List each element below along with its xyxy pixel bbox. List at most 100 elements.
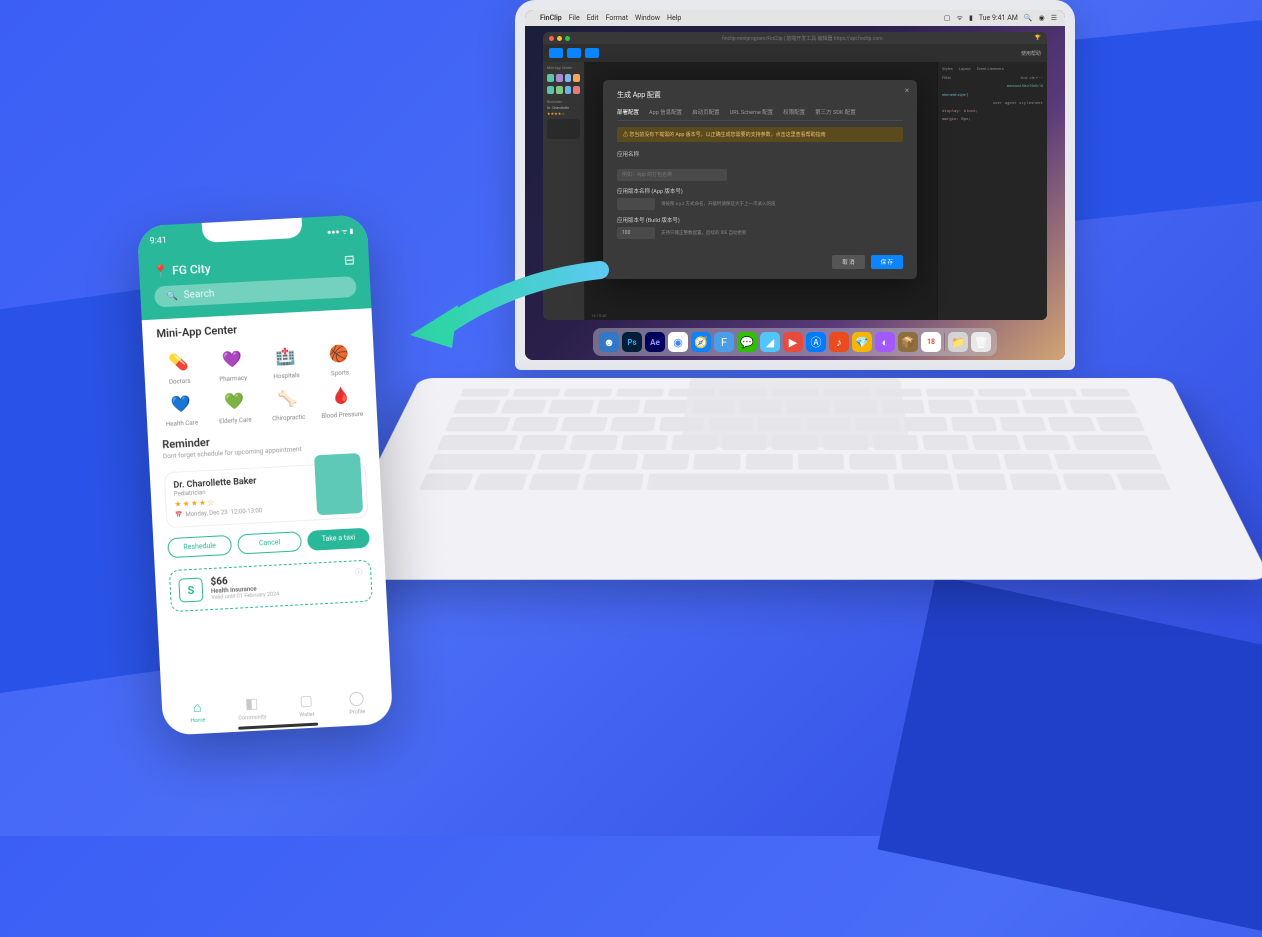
devtools-tab-events[interactable]: Event Listeners [977,66,1004,71]
devtools-filter[interactable]: Filter [942,75,951,80]
app-doctors[interactable]: 💊Doctors [153,346,204,387]
maximize-icon[interactable] [565,36,570,41]
dock-app-icon[interactable]: 📦 [898,332,918,352]
search-bar[interactable]: 🔍 [154,276,357,308]
devtools-tab-styles[interactable]: Styles [942,66,953,71]
dock-aftereffects-icon[interactable]: Ae [645,332,665,352]
search-input[interactable] [183,282,344,301]
sim-app-icon[interactable] [547,86,554,94]
menu-window[interactable]: Window [635,14,660,22]
scan-icon[interactable]: ⊟ [344,253,356,269]
toolbar-button[interactable] [585,48,599,58]
css-source-link[interactable]: wxssroot.file.e16efc:18 [942,84,1043,88]
window-title: finclip-miniprogram/FinClip | 前端开发工具 编辑器… [573,35,1032,42]
dock-netease-icon[interactable]: ♪ [829,332,849,352]
modal-tab-deploy[interactable]: 部署配置 [617,108,639,116]
app-pharmacy[interactable]: 💜Pharmacy [207,343,258,384]
dock-appstore-icon[interactable]: Ⓐ [806,332,826,352]
modal-save-button[interactable]: 保 存 [871,255,903,269]
modal-tab-appinfo[interactable]: App 信息配置 [649,108,682,116]
dock-chrome-icon[interactable]: ◉ [668,332,688,352]
devtools-selector-tools[interactable]: :hov .cls + ⋯ [1020,75,1043,80]
dock-photoshop-icon[interactable]: Ps [622,332,642,352]
cancel-button[interactable]: Cancel [237,531,302,554]
app-elderly[interactable]: 💚Elderly Care [209,385,260,426]
sim-app-icon[interactable] [573,74,580,82]
appname-input[interactable] [617,169,727,181]
sidepanel-reminder-label: Reminder [547,100,580,104]
sports-icon: 🏀 [324,338,353,367]
tab-wallet[interactable]: ▢Wallet [296,691,317,719]
calendar-icon: 📅 [175,511,183,518]
search-icon[interactable]: 🔍 [1024,14,1033,22]
battery-icon[interactable]: ▮ [969,14,973,22]
ide-titlebar: finclip-miniprogram/FinClip | 前端开发工具 编辑器… [543,32,1047,44]
info-icon[interactable]: ⓘ [355,567,363,577]
dock-app-icon[interactable]: F [714,332,734,352]
dock-flutter-icon[interactable]: ◢ [760,332,780,352]
toolbar-button[interactable] [549,48,563,58]
toolbar-button[interactable] [567,48,581,58]
tab-community[interactable]: ◧Community [237,693,267,721]
modal-tabs: 部署配置 App 信息配置 启动页配置 URL Scheme 配置 权限配置 第… [617,108,903,121]
menu-file[interactable]: File [569,14,580,22]
menubar-time: Tue 9:41 AM [979,14,1018,22]
search-icon: 🔍 [166,291,178,302]
ide-devtools-panel: Styles Layout Event Listeners Filter :ho… [937,62,1047,320]
reschedule-button[interactable]: Reshedule [167,535,232,558]
dock-figma-icon[interactable]: ◐ [875,332,895,352]
bottom-tabbar: ⌂Home ◧Community ▢Wallet ◯Profile [161,683,393,730]
menu-help[interactable]: Help [667,14,681,22]
phone-mockup: 9:41 ●●● ᯤ ▮ 📍 FG City ⊟ 🔍 Mini-App Cent… [137,214,393,735]
dock-app-icon[interactable]: ▶ [783,332,803,352]
sim-app-icon[interactable] [573,86,580,94]
menu-format[interactable]: Format [606,14,628,22]
version-input[interactable] [617,198,655,210]
dock-wechat-icon[interactable]: 💬 [737,332,757,352]
dock-calendar-icon[interactable]: 18 [921,332,941,352]
app-blood[interactable]: 🩸Blood Pressure [316,380,367,421]
modal-cancel-button[interactable]: 取 消 [832,255,864,269]
dock-safari-icon[interactable]: 🧭 [691,332,711,352]
ide-toolbar: 使用帮助 [543,44,1047,62]
take-taxi-button[interactable]: Take a taxi [307,528,370,551]
location-selector[interactable]: 📍 FG City [153,261,211,278]
trophy-icon[interactable]: 🏆 [1035,35,1041,41]
insurance-card[interactable]: S $66 Health Insurance Valid until 01 Fe… [169,560,373,613]
app-chiro[interactable]: 🦴Chiropractic [262,382,313,423]
modal-tab-thirdparty[interactable]: 第三方 SDK 配置 [815,108,856,116]
sim-app-icon[interactable] [547,74,554,82]
sim-app-icon[interactable] [565,86,572,94]
dock-sketch-icon[interactable]: 💎 [852,332,872,352]
wifi-icon[interactable]: ᯤ [957,14,963,23]
modal-tab-launch[interactable]: 启动页配置 [692,108,720,116]
menu-edit[interactable]: Edit [587,14,599,22]
modal-close-button[interactable]: × [905,86,909,95]
app-hospitals[interactable]: 🏥Hospitals [260,340,311,381]
build-input[interactable] [617,227,655,239]
tab-home[interactable]: ⌂Home [187,696,208,724]
ua-stylesheet-label: user agent stylesheet [942,102,1043,106]
siri-icon[interactable]: ◉ [1039,14,1045,22]
tab-profile[interactable]: ◯Profile [346,688,367,716]
modal-tab-urlscheme[interactable]: URL Scheme 配置 [730,108,773,116]
close-icon[interactable] [549,36,554,41]
sim-app-icon[interactable] [556,74,563,82]
doctor-card[interactable]: Dr. Charollette Baker Pediatrician ★★★★☆… [164,462,369,528]
modal-tab-permission[interactable]: 权限配置 [783,108,805,116]
dock-trash-icon[interactable]: 🗑 [971,332,991,352]
warning-banner: ⚠ 您当前没有下载需的 App 版本号，以正确生成您需要的支持参数，点击这里查看… [617,127,903,142]
menu-app-name[interactable]: FinClip [540,14,562,22]
app-healthcare[interactable]: 💙Health Care [155,388,206,429]
minimize-icon[interactable] [557,36,562,41]
sim-app-icon[interactable] [565,74,572,82]
toolbar-help[interactable]: 使用帮助 [1021,50,1041,57]
dock-downloads-icon[interactable]: 📁 [948,332,968,352]
app-sports[interactable]: 🏀Sports [314,338,365,379]
ticket-icon: S [178,577,203,602]
devtools-tab-layout[interactable]: Layout [959,66,971,71]
control-center-icon[interactable]: ☰ [1051,14,1057,22]
elderly-icon: 💚 [220,386,249,415]
airplay-icon[interactable]: ▢ [944,14,951,22]
sim-app-icon[interactable] [556,86,563,94]
